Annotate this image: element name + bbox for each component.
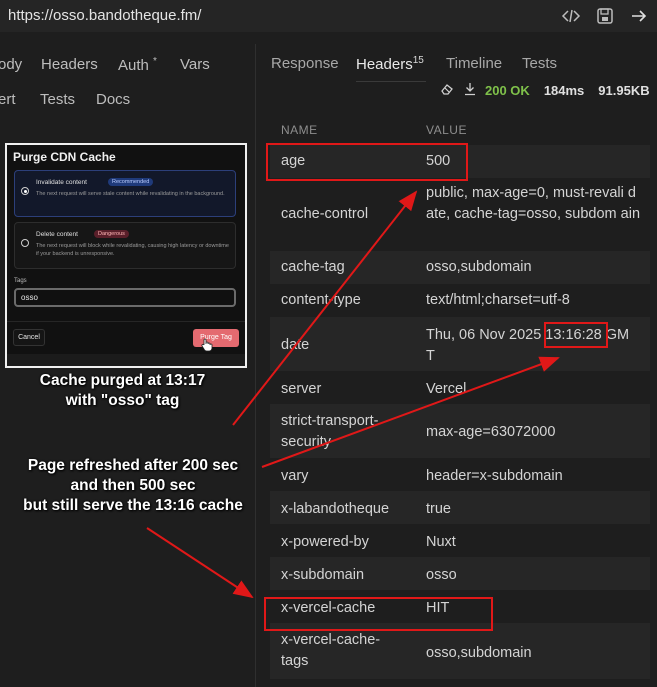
arrow-to-cache xyxy=(146,527,254,599)
arrow-to-date xyxy=(261,356,560,468)
arrow-to-age xyxy=(232,190,418,426)
annotation-arrows xyxy=(146,190,560,599)
